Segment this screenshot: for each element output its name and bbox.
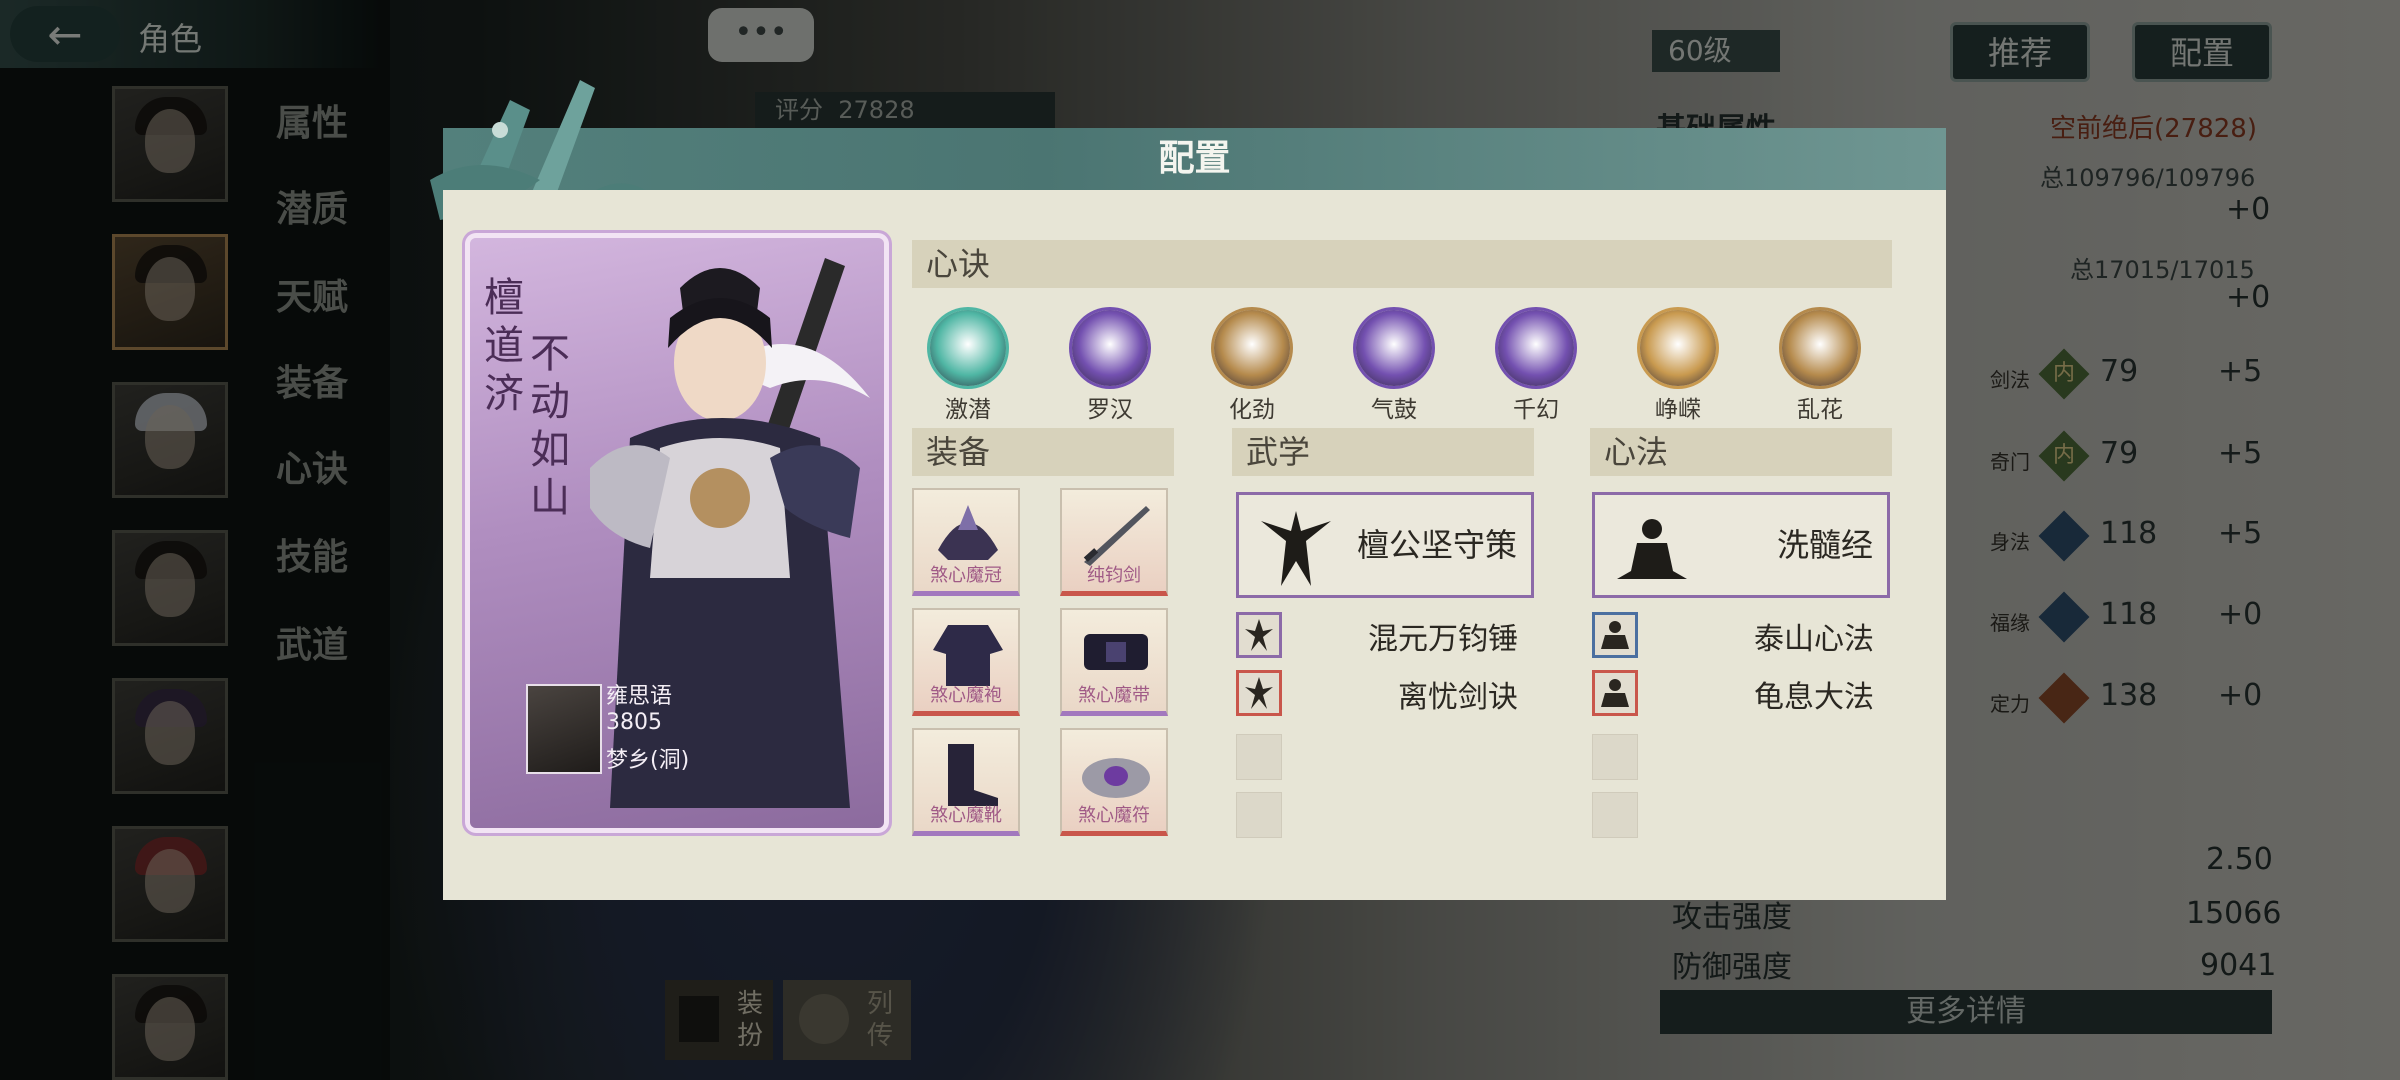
- mind-technique-icon[interactable]: [1640, 310, 1716, 386]
- heart-skill-label[interactable]: 泰山心法: [1754, 614, 1874, 658]
- heart-skill-label[interactable]: 龟息大法: [1754, 672, 1874, 716]
- heart-main-skill[interactable]: 洗髓经: [1592, 492, 1890, 598]
- equipment-label: 煞心魔冠: [930, 565, 1002, 586]
- equipment-slot-belt[interactable]: 煞心魔带: [1060, 608, 1168, 716]
- boots-icon: [948, 744, 998, 806]
- equipment-label: 煞心魔符: [1078, 805, 1150, 826]
- heart-section-header: 心法: [1590, 428, 1892, 476]
- modal-title: 配置: [1158, 138, 1231, 179]
- equipment-label: 煞心魔袍: [930, 685, 1002, 706]
- equipment-slot-boots[interactable]: 煞心魔靴: [912, 728, 1020, 836]
- martial-skill-icon[interactable]: [1236, 612, 1282, 658]
- equipment-slot-weapon[interactable]: 纯钧剑: [1060, 488, 1168, 596]
- character-name: 檀道济: [484, 275, 524, 417]
- mind-technique-label: 峥嵘: [1655, 397, 1701, 423]
- equipment-label: 煞心魔带: [1078, 685, 1150, 706]
- heart-main-label: 洗髓经: [1776, 526, 1873, 564]
- heart-skill-icon[interactable]: [1592, 612, 1638, 658]
- mind-technique-label: 乱花: [1797, 397, 1843, 423]
- equipment-slot-robe[interactable]: 煞心魔袍: [912, 608, 1020, 716]
- mind-technique-icon[interactable]: [930, 310, 1006, 386]
- owner-name: 雍思语: [606, 684, 673, 709]
- martial-skill-icon[interactable]: [1236, 670, 1282, 716]
- helmet-icon: [938, 505, 998, 560]
- mind-technique-icon[interactable]: [1214, 310, 1290, 386]
- empty-skill-slot[interactable]: [1236, 734, 1282, 780]
- empty-skill-slot[interactable]: [1592, 734, 1638, 780]
- modal-header: 配置: [443, 128, 1946, 190]
- character-motto: 不动如山: [530, 331, 570, 521]
- empty-skill-slot[interactable]: [1592, 792, 1638, 838]
- mind-section-header: 心诀: [912, 240, 1892, 288]
- martial-section-header: 武学: [1232, 428, 1534, 476]
- talisman-icon: [1082, 758, 1150, 798]
- mind-technique-icon[interactable]: [1356, 310, 1432, 386]
- empty-skill-slot[interactable]: [1236, 792, 1282, 838]
- martial-skill-label[interactable]: 混元万钧锤: [1368, 614, 1518, 658]
- owner-server: 梦乡(洞): [606, 748, 690, 773]
- martial-figure-icon: [1261, 511, 1331, 586]
- character-card[interactable]: 檀道济 不动如山 雍思语 3805 梦乡(洞): [470, 238, 884, 828]
- martial-skill-label[interactable]: 离忧剑诀: [1398, 672, 1518, 716]
- equipment-label: 纯钧剑: [1087, 565, 1141, 586]
- sword-icon: [1083, 506, 1150, 566]
- equipment-label: 煞心魔靴: [930, 805, 1002, 826]
- mind-technique-label: 罗汉: [1087, 397, 1133, 423]
- robe-icon: [933, 625, 1003, 686]
- equipment-slot-helmet[interactable]: 煞心魔冠: [912, 488, 1020, 596]
- owner-avatar: [526, 684, 602, 774]
- mind-technique-label: 化劲: [1229, 397, 1275, 423]
- mind-technique-label: 千幻: [1513, 397, 1559, 423]
- equipment-section-header: 装备: [912, 428, 1174, 476]
- mind-technique-label: 激潜: [945, 397, 991, 423]
- owner-power: 3805: [606, 710, 662, 735]
- belt-icon: [1084, 634, 1148, 670]
- mind-technique-label: 气鼓: [1371, 397, 1417, 423]
- equipment-slot-talisman[interactable]: 煞心魔符: [1060, 728, 1168, 836]
- heart-skill-icon[interactable]: [1592, 670, 1638, 716]
- mind-technique-icon[interactable]: [1782, 310, 1858, 386]
- martial-main-label: 檀公坚守策: [1356, 526, 1517, 564]
- martial-main-skill[interactable]: 檀公坚守策: [1236, 492, 1534, 598]
- meditation-figure-icon: [1617, 519, 1687, 579]
- mind-technique-icon[interactable]: [1072, 310, 1148, 386]
- mind-technique-icon[interactable]: [1498, 310, 1574, 386]
